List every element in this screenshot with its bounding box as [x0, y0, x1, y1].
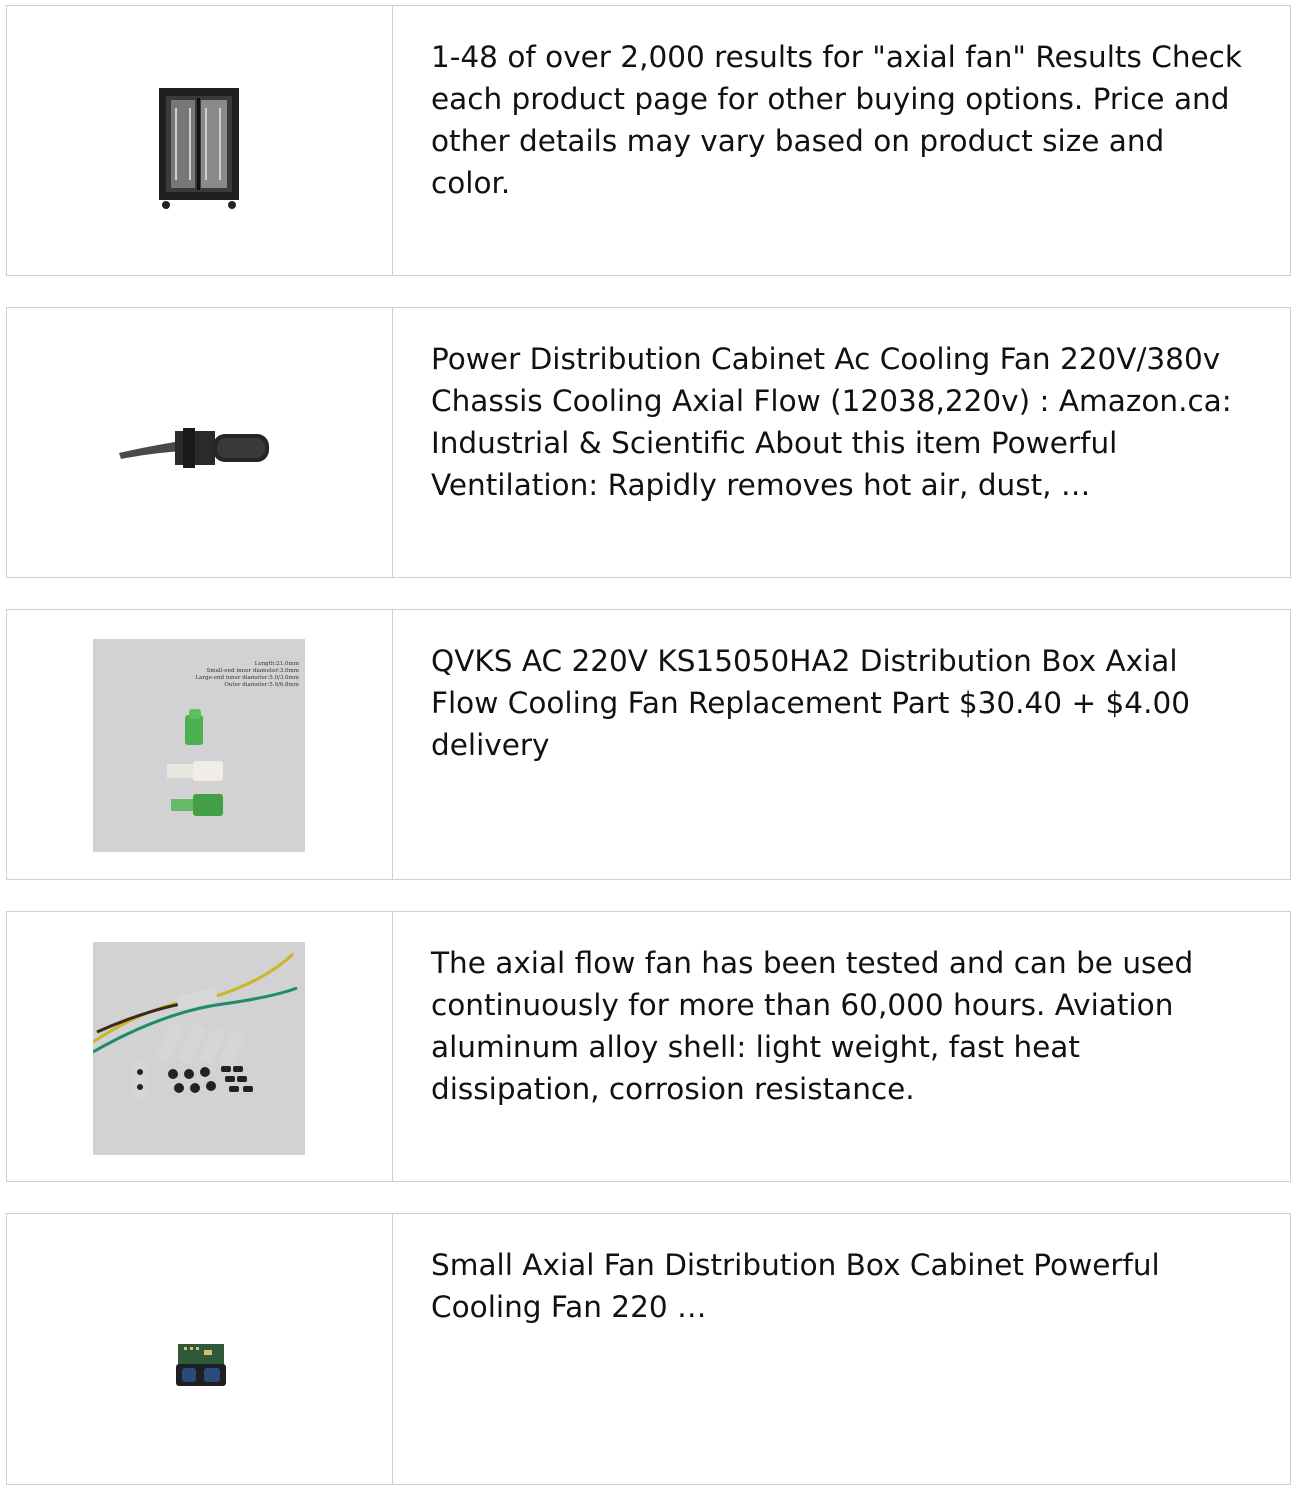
- result-text[interactable]: QVKS AC 220V KS15050HA2 Distribution Box…: [431, 640, 1251, 766]
- result-image-cell[interactable]: [7, 1214, 393, 1484]
- wire-ferrule-photo: [92, 952, 298, 1100]
- result-card[interactable]: Power Distribution Cabinet Ac Cooling Fa…: [6, 307, 1291, 578]
- black-bracket-clip-image[interactable]: [117, 426, 272, 470]
- result-image-cell[interactable]: Length:21.0mm Small-end inner diameter:3…: [7, 610, 393, 879]
- result-image-cell[interactable]: [7, 6, 393, 275]
- result-card[interactable]: Length:21.0mm Small-end inner diameter:3…: [6, 609, 1291, 880]
- laser-sensor-module-image[interactable]: [174, 1342, 228, 1388]
- result-image-cell[interactable]: [7, 912, 393, 1181]
- result-text[interactable]: Power Distribution Cabinet Ac Cooling Fa…: [431, 338, 1251, 506]
- result-card[interactable]: 1-48 of over 2,000 results for "axial fa…: [6, 5, 1291, 276]
- result-image-cell[interactable]: [7, 308, 393, 577]
- wire-ferrule-kit-image[interactable]: [92, 942, 305, 1155]
- result-card[interactable]: Small Axial Fan Distribution Box Cabinet…: [6, 1213, 1291, 1485]
- result-text[interactable]: Small Axial Fan Distribution Box Cabinet…: [431, 1244, 1251, 1328]
- connector-boots-photo: [167, 709, 223, 816]
- fiber-connector-boots-image[interactable]: Length:21.0mm Small-end inner diameter:3…: [93, 639, 305, 852]
- result-text[interactable]: The axial flow fan has been tested and c…: [431, 942, 1251, 1110]
- result-card[interactable]: The axial flow fan has been tested and c…: [6, 911, 1291, 1182]
- server-rack-cabinet-image[interactable]: [157, 88, 241, 210]
- result-text[interactable]: 1-48 of over 2,000 results for "axial fa…: [431, 36, 1251, 204]
